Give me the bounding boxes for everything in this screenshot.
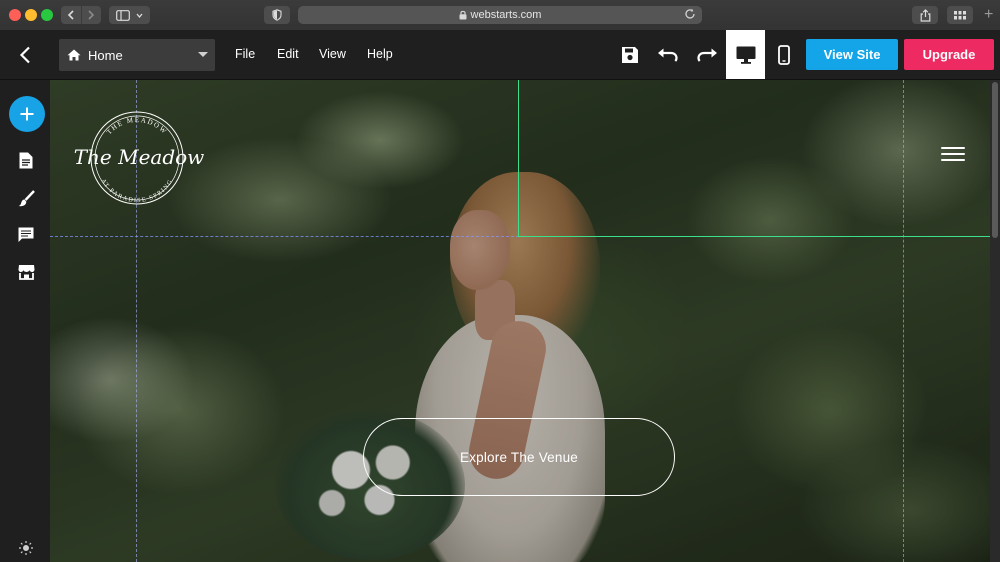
url-text: webstarts.com	[470, 9, 542, 21]
hamburger-menu-icon[interactable]	[941, 147, 965, 161]
menu-help[interactable]: Help	[367, 47, 393, 61]
paint-brush-icon[interactable]	[16, 188, 36, 208]
left-tool-rail	[0, 80, 50, 562]
home-icon	[67, 49, 81, 61]
reload-icon[interactable]	[684, 8, 696, 23]
store-icon[interactable]	[16, 262, 36, 282]
zoom-window-button[interactable]	[41, 9, 53, 21]
selected-section-outline[interactable]	[518, 80, 990, 237]
share-icon	[920, 8, 930, 22]
canvas-scrollbar[interactable]	[990, 80, 1000, 562]
sidebar-icon	[116, 9, 130, 21]
mobile-view-button[interactable]	[771, 30, 797, 79]
new-tab-button[interactable]: +	[984, 7, 993, 23]
logo-arc-bottom: AT PARADISE SPRING	[100, 178, 173, 204]
chevron-left-icon	[19, 46, 30, 63]
forward-icon[interactable]	[80, 6, 102, 24]
explore-venue-button[interactable]: Explore The Venue	[363, 418, 675, 496]
shield-icon	[272, 9, 282, 21]
exit-editor-button[interactable]	[0, 30, 50, 79]
minimize-window-button[interactable]	[25, 9, 37, 21]
menu-edit[interactable]: Edit	[277, 47, 299, 61]
sidebar-toggle-button[interactable]	[109, 6, 150, 24]
share-button[interactable]	[912, 6, 938, 24]
menu-view[interactable]: View	[319, 47, 346, 61]
address-bar[interactable]: webstarts.com	[298, 6, 702, 24]
pages-icon[interactable]	[16, 150, 36, 170]
site-canvas[interactable]: THE MEADOW AT PARADISE SPRING The Meadow…	[50, 80, 990, 562]
site-logo[interactable]: THE MEADOW AT PARADISE SPRING The Meadow	[64, 108, 214, 208]
view-site-button[interactable]: View Site	[806, 39, 898, 70]
close-window-button[interactable]	[9, 9, 21, 21]
undo-icon[interactable]	[656, 43, 680, 67]
logo-script-text: The Meadow	[74, 145, 205, 169]
plus-icon	[20, 107, 34, 121]
grid-icon	[954, 10, 966, 19]
svg-text:THE MEADOW: THE MEADOW	[105, 116, 169, 136]
comment-icon[interactable]	[16, 225, 36, 245]
page-selector-label: Home	[88, 47, 123, 63]
redo-icon[interactable]	[695, 43, 719, 67]
desktop-view-button[interactable]	[726, 30, 765, 79]
phone-icon	[778, 44, 790, 65]
save-icon[interactable]	[618, 43, 642, 67]
page-selector[interactable]: Home	[59, 39, 215, 71]
chevron-down-icon	[136, 13, 143, 18]
logo-arc-top: THE MEADOW	[105, 116, 167, 136]
caret-down-icon	[198, 52, 208, 57]
menu-file[interactable]: File	[235, 47, 255, 61]
browser-toolbar: webstarts.com +	[0, 0, 1000, 31]
privacy-report-button[interactable]	[264, 6, 290, 24]
back-icon[interactable]	[61, 6, 81, 24]
lock-icon	[459, 10, 467, 20]
add-element-button[interactable]	[9, 96, 45, 132]
editor-toolbar: Home File Edit View Help View Site Upgra…	[0, 30, 1000, 80]
scrollbar-thumb[interactable]	[992, 82, 998, 238]
monitor-icon	[736, 46, 755, 64]
brightness-icon[interactable]	[19, 541, 33, 560]
svg-text:AT PARADISE SPRING: AT PARADISE SPRING	[100, 178, 175, 204]
upgrade-button[interactable]: Upgrade	[904, 39, 994, 70]
history-nav	[61, 6, 101, 24]
tab-overview-button[interactable]	[947, 6, 973, 24]
